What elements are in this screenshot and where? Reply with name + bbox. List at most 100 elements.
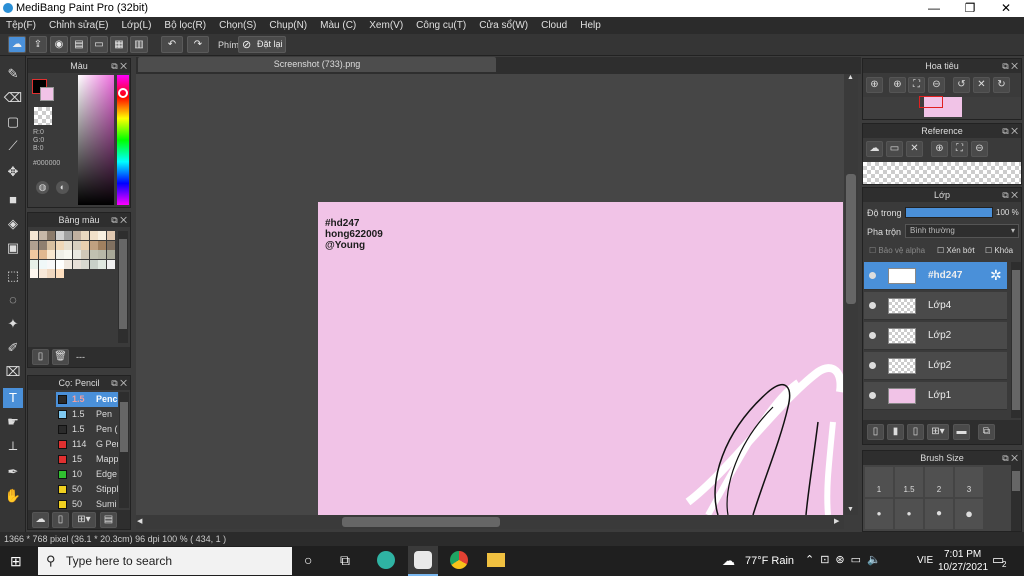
medibang-taskbar-item[interactable]: [408, 546, 438, 576]
weather-text[interactable]: 77°F Rain: [745, 555, 794, 567]
brush-item[interactable]: 1.5 Pen (Sharp: [56, 422, 118, 437]
brush-item[interactable]: 114 G Pen: [56, 437, 118, 452]
brush-item[interactable]: 10 Edge Pen: [56, 467, 118, 482]
fit-window-icon[interactable]: ⛶: [908, 77, 925, 93]
bucket-tool-icon[interactable]: ◈: [3, 214, 23, 234]
clock-date[interactable]: 10/27/2021: [938, 562, 988, 573]
palette-swatch[interactable]: [81, 250, 89, 259]
hue-handle[interactable]: [118, 88, 128, 98]
panel-close-icon[interactable]: ⧉ ✕: [1002, 124, 1018, 138]
reference-fit-icon[interactable]: ⛶: [951, 141, 968, 157]
palette-swatch[interactable]: [30, 269, 38, 278]
palette-swatch[interactable]: [98, 250, 106, 259]
zoom-out-icon[interactable]: ⊖: [928, 77, 945, 93]
visibility-icon[interactable]: [869, 362, 876, 369]
new-brush-icon[interactable]: ▯: [52, 512, 69, 528]
operation-tool-icon[interactable]: ☛: [3, 412, 23, 432]
share-icon[interactable]: ⇪: [29, 36, 47, 53]
new-folder-icon[interactable]: ▬: [953, 424, 970, 440]
fill-rect-tool-icon[interactable]: ■: [3, 190, 23, 210]
layer-row[interactable]: #hd247 ✲: [864, 262, 1007, 290]
language-indicator[interactable]: VIE: [917, 555, 933, 566]
blend-select[interactable]: Bình thường ▾: [905, 224, 1019, 238]
brush-item[interactable]: 1.5Pencil✲: [56, 392, 118, 407]
edge-icon[interactable]: [377, 551, 395, 569]
message-icon[interactable]: ▤: [70, 36, 88, 53]
pen-tool-icon[interactable]: ✒: [3, 462, 23, 482]
panel-close-icon[interactable]: ⧉ ✕: [1002, 59, 1018, 73]
color-picker-icon[interactable]: ◐: [56, 181, 69, 194]
menu-window[interactable]: Cửa sổ(W): [479, 20, 528, 31]
comment-icon[interactable]: ◉: [50, 36, 68, 53]
chrome-icon[interactable]: [450, 551, 468, 569]
brush-item[interactable]: 15 Mapping Pe: [56, 452, 118, 467]
palette-swatch[interactable]: [30, 259, 38, 269]
palette-swatch[interactable]: [106, 231, 115, 240]
file-explorer-icon[interactable]: [487, 553, 505, 567]
menu-tools[interactable]: Công cụ(T): [416, 20, 466, 31]
select-eraser-tool-icon[interactable]: ⌧: [3, 362, 23, 382]
palette-swatch[interactable]: [47, 259, 55, 269]
palette-swatch[interactable]: [55, 259, 64, 269]
layer-row[interactable]: Lớp4: [864, 292, 1007, 320]
line-tool-icon[interactable]: ⟋: [3, 136, 23, 156]
palette-swatch[interactable]: [64, 250, 72, 259]
layer-scrollbar[interactable]: [1011, 262, 1021, 418]
palette-swatch[interactable]: [64, 231, 72, 240]
select-rect-tool-icon[interactable]: ⬚: [3, 266, 23, 286]
brush-size-option[interactable]: 1: [865, 467, 893, 497]
palette-swatch[interactable]: [55, 231, 64, 240]
text-tool-icon[interactable]: T: [3, 388, 23, 408]
palette-swatch[interactable]: [98, 240, 106, 250]
brush-cloud-icon[interactable]: ☁: [32, 512, 49, 528]
brush-item[interactable]: 50 Sumi: [56, 497, 118, 510]
panel-close-icon[interactable]: ⧉ ✕: [1002, 451, 1018, 465]
undo-icon[interactable]: ↶: [161, 36, 183, 53]
palette-swatch[interactable]: [47, 269, 55, 278]
cortana-icon[interactable]: ○: [304, 552, 312, 568]
layer-row[interactable]: Lớp2: [864, 352, 1007, 380]
rotate-right-icon[interactable]: ↻: [993, 77, 1010, 93]
new-halftone-layer-icon[interactable]: ▮: [887, 424, 904, 440]
add-layer-icon[interactable]: ⊞▾: [927, 424, 949, 440]
palette-swatch[interactable]: [47, 250, 55, 259]
reference-open-icon[interactable]: ▭: [886, 141, 903, 157]
palette-swatch[interactable]: [64, 259, 72, 269]
layer-row[interactable]: Lớp2: [864, 322, 1007, 350]
weather-icon[interactable]: ☁: [722, 553, 735, 569]
palette-swatch[interactable]: [89, 231, 98, 240]
brush-size-option[interactable]: ●: [865, 499, 893, 529]
brush-size-option[interactable]: ●: [925, 499, 953, 529]
palette-swatch[interactable]: [64, 240, 72, 250]
brush-item[interactable]: 50 Stipple Pen: [56, 482, 118, 497]
reference-zoom-in-icon[interactable]: ⊕: [931, 141, 948, 157]
saturation-box[interactable]: [78, 75, 114, 205]
palette-swatch[interactable]: [106, 259, 115, 269]
vertical-scrollbar[interactable]: ▲ ▼: [844, 74, 858, 515]
palette-scrollbar[interactable]: [118, 231, 128, 343]
palette-swatch[interactable]: [98, 259, 106, 269]
palette-swatch[interactable]: [38, 269, 47, 278]
palette-swatch[interactable]: [89, 259, 98, 269]
palette-swatch[interactable]: [89, 250, 98, 259]
palette-swatch[interactable]: [55, 269, 64, 278]
reference-preview[interactable]: [863, 162, 1021, 184]
brush-size-option[interactable]: 3: [955, 467, 983, 497]
menu-help[interactable]: Help: [580, 20, 601, 31]
visibility-icon[interactable]: [869, 392, 876, 399]
layer-row[interactable]: Lớp1: [864, 382, 1007, 410]
menu-edit[interactable]: Chỉnh sửa(E): [49, 20, 109, 31]
palette-swatch[interactable]: [30, 240, 38, 250]
brush-size-option[interactable]: ●: [895, 499, 923, 529]
brush-item[interactable]: 1.5 Pen: [56, 407, 118, 422]
reset-button[interactable]: ⊘ Đặt lại: [238, 36, 286, 53]
layout-icon[interactable]: ▥: [130, 36, 148, 53]
panel-close-icon[interactable]: ⧉ ✕: [1002, 188, 1018, 202]
panel-close-icon[interactable]: ⧉ ✕: [111, 59, 127, 73]
visibility-icon[interactable]: [869, 272, 876, 279]
palette-swatch[interactable]: [72, 259, 81, 269]
search-input[interactable]: Type here to search: [38, 547, 292, 575]
palette-swatch[interactable]: [55, 250, 64, 259]
color-wheel-icon[interactable]: ◍: [36, 181, 49, 194]
clipping-checkbox[interactable]: ☐ Xén bớt: [937, 246, 975, 255]
